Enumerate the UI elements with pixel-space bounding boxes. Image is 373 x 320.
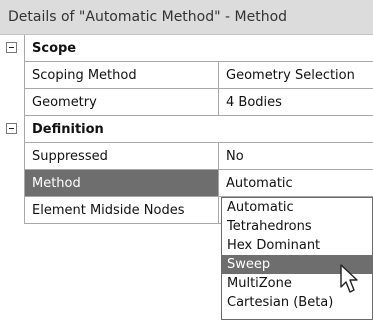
property-value[interactable]: Geometry Selection (219, 62, 373, 89)
toggle-column (0, 35, 25, 62)
collapse-definition-icon[interactable] (6, 123, 17, 134)
property-row-geometry[interactable]: Geometry 4 Bodies (0, 89, 373, 116)
panel-title: Details of "Automatic Method" - Method (0, 0, 373, 35)
dropdown-option[interactable]: Hex Dominant (222, 236, 372, 255)
property-value[interactable]: 4 Bodies (219, 89, 373, 116)
property-value[interactable]: No (219, 143, 373, 170)
toggle-column (0, 197, 25, 224)
property-row-method[interactable]: Method Automatic (0, 170, 373, 197)
group-row-scope[interactable]: Scope (0, 35, 373, 62)
group-label-scope: Scope (25, 35, 373, 62)
toggle-column (0, 89, 25, 116)
property-name: Geometry (25, 89, 219, 116)
property-name: Element Midside Nodes (25, 197, 219, 224)
property-name-selected: Method (25, 170, 219, 197)
property-name: Suppressed (25, 143, 219, 170)
toggle-column (0, 170, 25, 197)
toggle-column (0, 143, 25, 170)
dropdown-option[interactable]: Tetrahedrons (222, 217, 372, 236)
toggle-column (0, 116, 25, 143)
dropdown-option[interactable]: Cartesian (Beta) (222, 293, 372, 312)
dropdown-option[interactable]: Automatic (222, 198, 372, 217)
arrow-pointer-icon (340, 264, 358, 293)
collapse-scope-icon[interactable] (6, 42, 17, 53)
method-dropdown-list[interactable]: Automatic Tetrahedrons Hex Dominant Swee… (221, 197, 373, 320)
property-row-scoping-method[interactable]: Scoping Method Geometry Selection (0, 62, 373, 89)
property-name: Scoping Method (25, 62, 219, 89)
toggle-column (0, 62, 25, 89)
method-select[interactable]: Automatic (219, 170, 373, 197)
group-label-definition: Definition (25, 116, 373, 143)
group-row-definition[interactable]: Definition (0, 116, 373, 143)
property-row-suppressed[interactable]: Suppressed No (0, 143, 373, 170)
